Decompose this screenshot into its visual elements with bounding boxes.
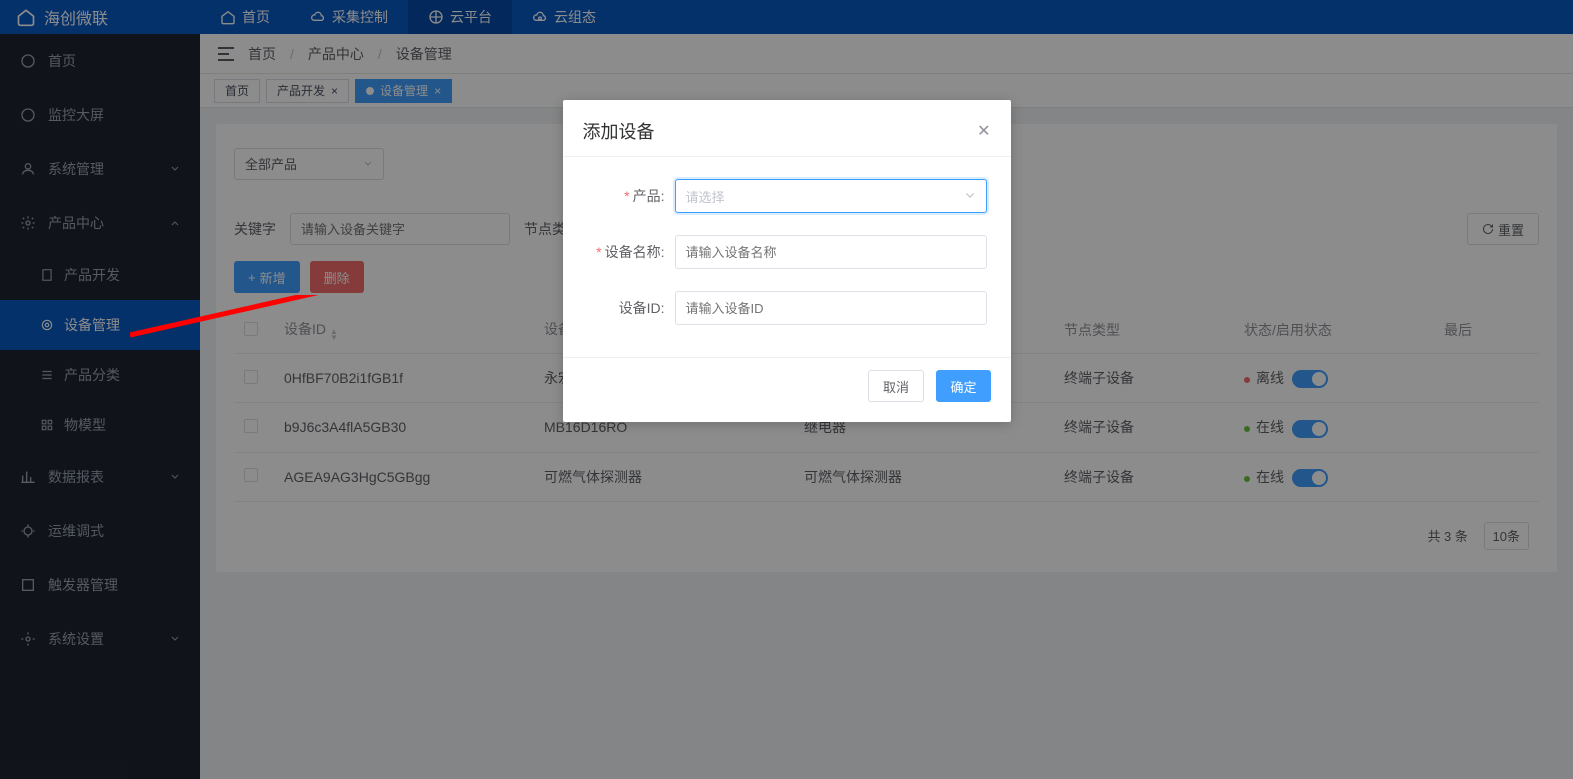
field-label: 设备ID: bbox=[619, 300, 665, 316]
field-label: 产品: bbox=[633, 188, 665, 204]
ok-button[interactable]: 确定 bbox=[936, 370, 990, 402]
product-select[interactable]: 请选择 bbox=[675, 179, 987, 213]
select-placeholder: 请选择 bbox=[686, 187, 725, 206]
field-label: 设备名称: bbox=[605, 244, 665, 260]
modal-footer: 取消 确定 bbox=[563, 357, 1011, 422]
modal-title: 添加设备 bbox=[583, 118, 655, 144]
close-icon[interactable]: ✕ bbox=[977, 121, 990, 141]
device-id-input[interactable] bbox=[675, 291, 987, 325]
cancel-button[interactable]: 取消 bbox=[868, 370, 924, 402]
chevron-down-icon bbox=[964, 190, 976, 202]
device-name-input[interactable] bbox=[675, 235, 987, 269]
button-label: 取消 bbox=[883, 377, 909, 396]
add-device-modal: 添加设备 ✕ *产品: 请选择 *设备名称: 设备ID: 取消 确定 bbox=[563, 100, 1011, 422]
button-label: 确定 bbox=[950, 377, 976, 396]
modal-header: 添加设备 ✕ bbox=[563, 100, 1011, 157]
modal-body: *产品: 请选择 *设备名称: 设备ID: bbox=[563, 157, 1011, 357]
